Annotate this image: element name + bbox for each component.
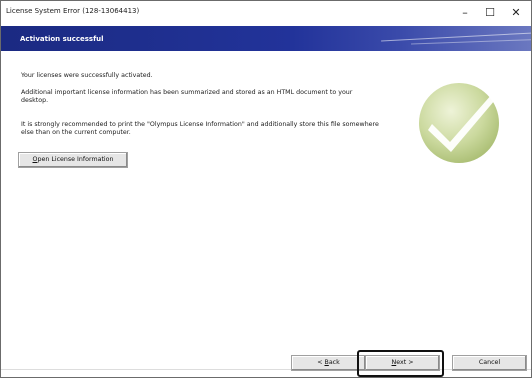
open-license-information-button[interactable]: Open License Information [18, 152, 128, 168]
license-dialog-window: License System Error (128-13064413) – ☐ … [0, 0, 532, 378]
info-summary-line: Additional important license information… [21, 89, 353, 96]
back-button[interactable]: < Back [291, 355, 366, 371]
close-button[interactable]: ✕ [504, 4, 528, 22]
next-button-highlight [357, 350, 444, 377]
info-summary-line: desktop. [21, 97, 49, 104]
checkmark-success-icon [419, 83, 499, 163]
recommendation-line: else than on the current computer. [21, 129, 131, 136]
window-title: License System Error (128-13064413) [6, 7, 140, 15]
button-label: ack [328, 359, 340, 366]
banner-title: Activation successful [20, 35, 104, 43]
button-label: pen License Information [37, 156, 114, 163]
banner-decoration [411, 38, 531, 45]
title-bar: License System Error (128-13064413) – ☐ … [1, 1, 531, 26]
minimize-button[interactable]: – [453, 4, 477, 22]
cancel-button[interactable]: Cancel [452, 355, 527, 371]
header-banner: Activation successful [1, 26, 531, 51]
maximize-button[interactable]: ☐ [478, 4, 502, 22]
recommendation-line: It is strongly recommended to print the … [21, 121, 379, 128]
activation-message: Your licenses were successfully activate… [21, 72, 153, 79]
